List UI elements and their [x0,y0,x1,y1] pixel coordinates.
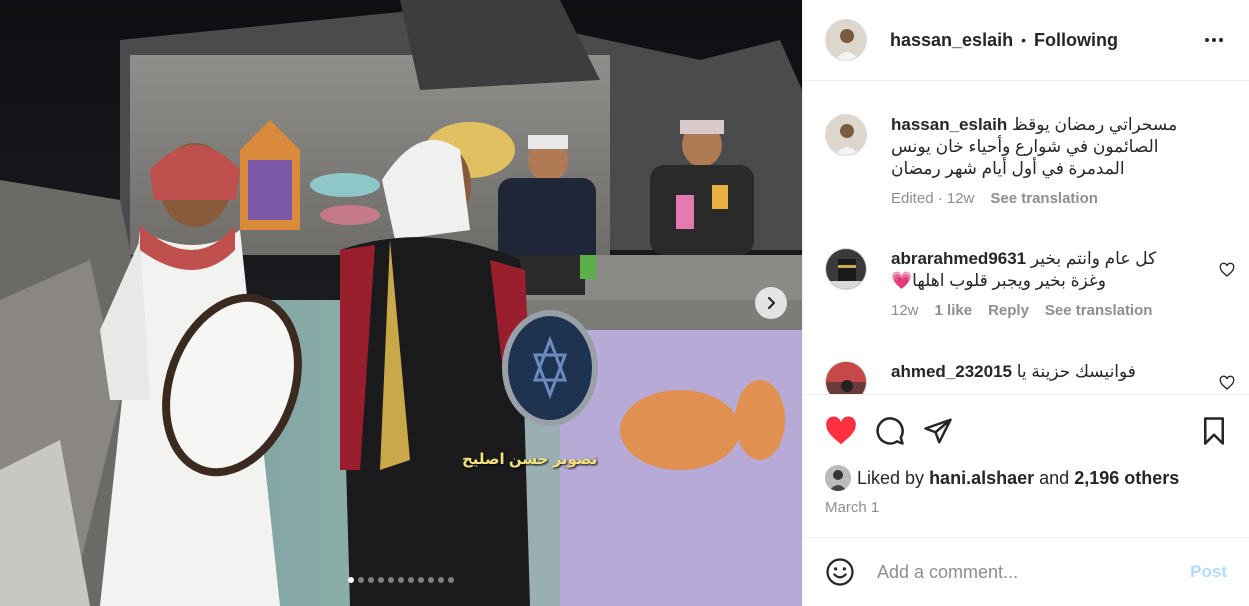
likes-summary: Liked by hani.alshaer and 2,196 others [803,465,1249,491]
carousel-dot [428,577,434,583]
author-avatar[interactable] [825,19,867,61]
reply-button[interactable]: Reply [988,302,1029,319]
like-button[interactable] [825,416,857,446]
carousel-dot [348,577,354,583]
likes-others-link[interactable]: 2,196 others [1074,468,1179,489]
comment-button[interactable] [875,416,905,446]
liker-username[interactable]: hani.alshaer [929,468,1034,489]
carousel-dot [368,577,374,583]
author-username[interactable]: hassan_eslaih [890,30,1013,51]
next-slide-button[interactable] [755,287,787,319]
comments-list[interactable]: hassan_eslaih مسحراتي رمضان يوقظ الصائمو… [803,82,1249,394]
carousel-dot [408,577,414,583]
comment-text-block: abrarahmed9631 كل عام وانتم بخير وغزة بخ… [891,248,1191,292]
likes-conjunction: and [1039,467,1070,488]
action-icons-row [803,395,1249,467]
carousel-dot [438,577,444,583]
avatar-image [825,465,851,491]
bookmark-icon [1204,417,1224,445]
paper-plane-icon [924,418,952,444]
commenter-avatar[interactable] [825,361,867,394]
heart-filled-icon [826,416,856,445]
carousel-dot [418,577,424,583]
comment-item: ahmed_232015 فوانيسك حزينة يا [825,361,1235,394]
comment-likes-link[interactable]: 1 like [935,302,973,319]
post-header: hassan_eslaih • Following [803,0,1249,81]
avatar-image [826,20,866,60]
more-horizontal-icon[interactable] [1201,34,1227,46]
following-button[interactable]: Following [1034,30,1118,51]
caption-avatar[interactable] [825,114,867,156]
comment-username[interactable]: abrarahmed9631 [891,249,1026,268]
caption-text-block: hassan_eslaih مسحراتي رمضان يوقظ الصائمو… [891,114,1211,180]
comment-meta: 12w 1 like Reply See translation [891,302,1191,319]
comment-like-heart-icon[interactable] [1219,375,1235,391]
likes-prefix: Liked by [857,467,925,488]
comment-input[interactable] [877,561,1191,583]
save-button[interactable] [1201,416,1227,446]
caption-meta: Edited · 12w See translation [891,190,1211,207]
post-side-panel: hassan_eslaih • Following hassan_eslaih … [802,0,1249,606]
carousel-dot [398,577,404,583]
caption: hassan_eslaih مسحراتي رمضان يوقظ الصائمو… [825,114,1235,207]
avatar-image [826,249,866,289]
add-comment-bar: Post [803,537,1249,606]
comment-like-heart-icon[interactable] [1219,262,1235,278]
carousel-indicator [0,577,802,583]
see-translation-link[interactable]: See translation [1045,302,1153,319]
speech-bubble-icon [876,417,904,445]
comment-text: فوانيسك حزينة يا [1016,362,1136,381]
post-date[interactable]: March 1 [803,499,1249,516]
see-translation-link[interactable]: See translation [990,190,1098,207]
post-photo [0,0,802,606]
chevron-right-icon [767,296,776,310]
comment-text-block: ahmed_232015 فوانيسك حزينة يا [891,361,1211,383]
comment-age: 12w [891,302,919,319]
liker-avatar[interactable] [825,465,851,491]
avatar-image [826,115,866,155]
commenter-avatar[interactable] [825,248,867,290]
avatar-image [826,362,866,394]
caption-username[interactable]: hassan_eslaih [891,115,1007,134]
comment-item: abrarahmed9631 كل عام وانتم بخير وغزة بخ… [825,248,1235,319]
carousel-dot [388,577,394,583]
carousel-dot [378,577,384,583]
share-button[interactable] [923,416,953,446]
post-comment-button[interactable]: Post [1190,562,1227,582]
carousel-dot [448,577,454,583]
header-separator: • [1021,32,1026,48]
caption-edited: Edited · 12w [891,190,975,207]
smiley-icon[interactable] [825,557,855,587]
photo-watermark: تصوير حسن اصليح [462,451,598,468]
carousel-dot [358,577,364,583]
comment-username[interactable]: ahmed_232015 [891,362,1012,381]
post-actions: Liked by hani.alshaer and 2,196 others M… [803,394,1249,537]
post-media[interactable]: تصوير حسن اصليح [0,0,802,606]
